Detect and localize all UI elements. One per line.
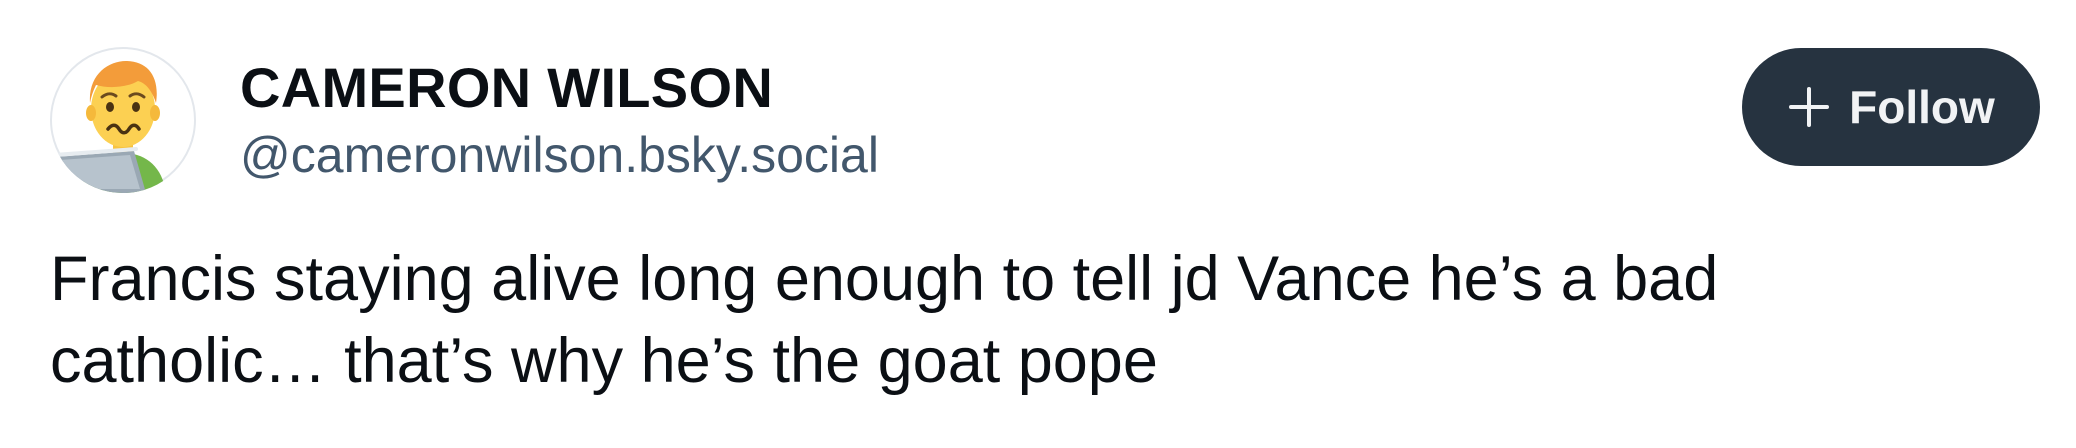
follow-button-label: Follow [1849,81,1995,133]
post-card: CAMERON WILSON @cameronwilson.bsky.socia… [0,0,2076,448]
post-body-text: Francis staying alive long enough to tel… [50,244,1736,396]
plus-icon [1789,87,1830,127]
author-display-name[interactable]: CAMERON WILSON [240,56,773,120]
follow-button[interactable]: Follow [1742,48,2040,166]
author-avatar[interactable] [50,47,196,193]
person-with-laptop-icon [52,61,166,193]
author-handle[interactable]: @cameronwilson.bsky.social [240,126,879,184]
